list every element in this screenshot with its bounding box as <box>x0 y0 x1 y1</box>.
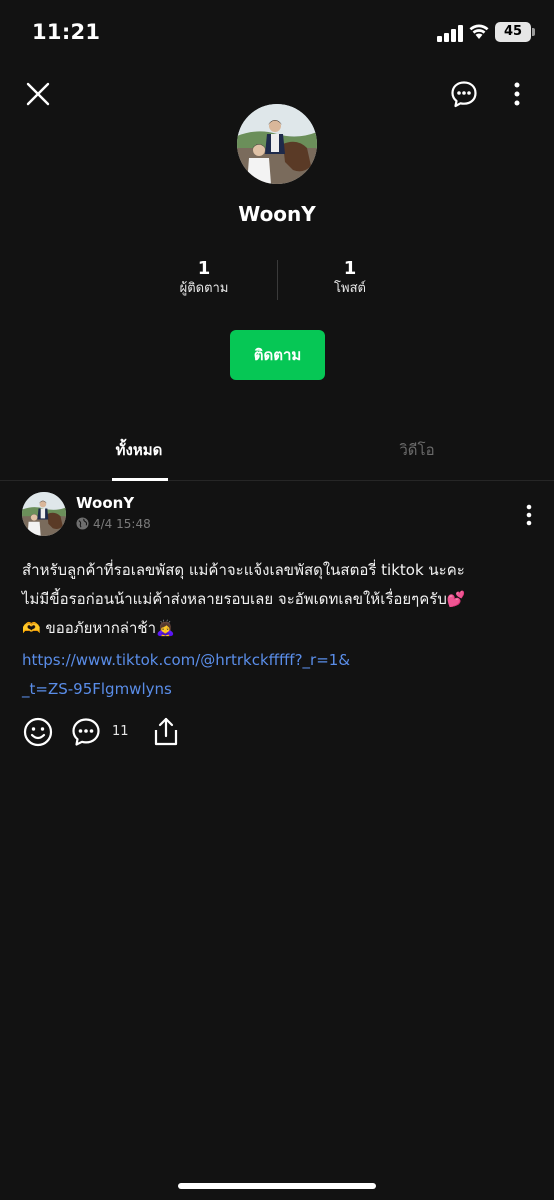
signal-icon <box>437 24 463 42</box>
globe-icon <box>76 517 89 530</box>
comment-count: 11 <box>112 724 129 739</box>
followers-count: 1 <box>197 258 211 279</box>
comment-icon[interactable] <box>70 716 102 748</box>
status-time: 11:21 <box>32 20 101 44</box>
battery-tip <box>532 28 535 36</box>
posts-count: 1 <box>343 258 357 279</box>
profile-name: WoonY <box>238 202 316 226</box>
battery-icon: 45 <box>495 22 531 42</box>
profile-page: 11:21 45 WoonY 1 ผู้ติดตาม 1 โพสต์ ติดตา… <box>0 0 554 1200</box>
posts-label: โพสต์ <box>334 281 366 296</box>
post-timestamp: 4/4 15:48 <box>93 517 151 531</box>
share-icon[interactable] <box>150 716 182 748</box>
followers-label: ผู้ติดตาม <box>179 281 229 296</box>
posts-stat[interactable]: 1 โพสต์ <box>285 258 415 298</box>
follow-button[interactable]: ติดตาม <box>230 330 325 380</box>
chat-icon[interactable] <box>448 78 480 110</box>
status-bar: 11:21 45 <box>0 0 554 66</box>
home-indicator[interactable] <box>178 1183 376 1189</box>
post-meta: 4/4 15:48 <box>76 517 151 531</box>
profile-stats: 1 ผู้ติดตาม 1 โพสต์ <box>0 258 554 302</box>
followers-stat[interactable]: 1 ผู้ติดตาม <box>139 258 269 298</box>
post-text-line: 🫶 ขออภัยหากล่าช้า🙇‍♀️ <box>22 619 175 637</box>
post-text-line: สำหรับลูกค้าที่รอเลขพัสดุ แม่ค้าจะแจ้งเล… <box>22 561 465 579</box>
smile-icon[interactable] <box>22 716 54 748</box>
active-tab-indicator <box>112 478 168 481</box>
post-text: สำหรับลูกค้าที่รอเลขพัสดุ แม่ค้าจะแจ้งเล… <box>22 556 538 643</box>
post-avatar[interactable] <box>22 492 66 536</box>
profile-avatar[interactable] <box>237 104 317 184</box>
tab-all[interactable]: ทั้งหมด <box>94 438 184 462</box>
wifi-icon <box>469 24 489 39</box>
stats-divider <box>277 260 278 300</box>
more-vertical-icon[interactable] <box>520 503 538 527</box>
tab-video[interactable]: วิดีโอ <box>372 438 462 462</box>
post-link[interactable]: https://www.tiktok.com/@hrtrkckfffff?_r=… <box>22 646 352 704</box>
more-vertical-icon[interactable] <box>505 78 529 110</box>
post-author[interactable]: WoonY <box>76 494 134 512</box>
close-icon[interactable] <box>22 78 54 110</box>
content-tabs: ทั้งหมด วิดีโอ <box>0 420 554 481</box>
post-text-line: ไม่มีขี้อรอก่อนน้าแม่ค้าส่งหลายรอบเลย จะ… <box>22 590 466 608</box>
